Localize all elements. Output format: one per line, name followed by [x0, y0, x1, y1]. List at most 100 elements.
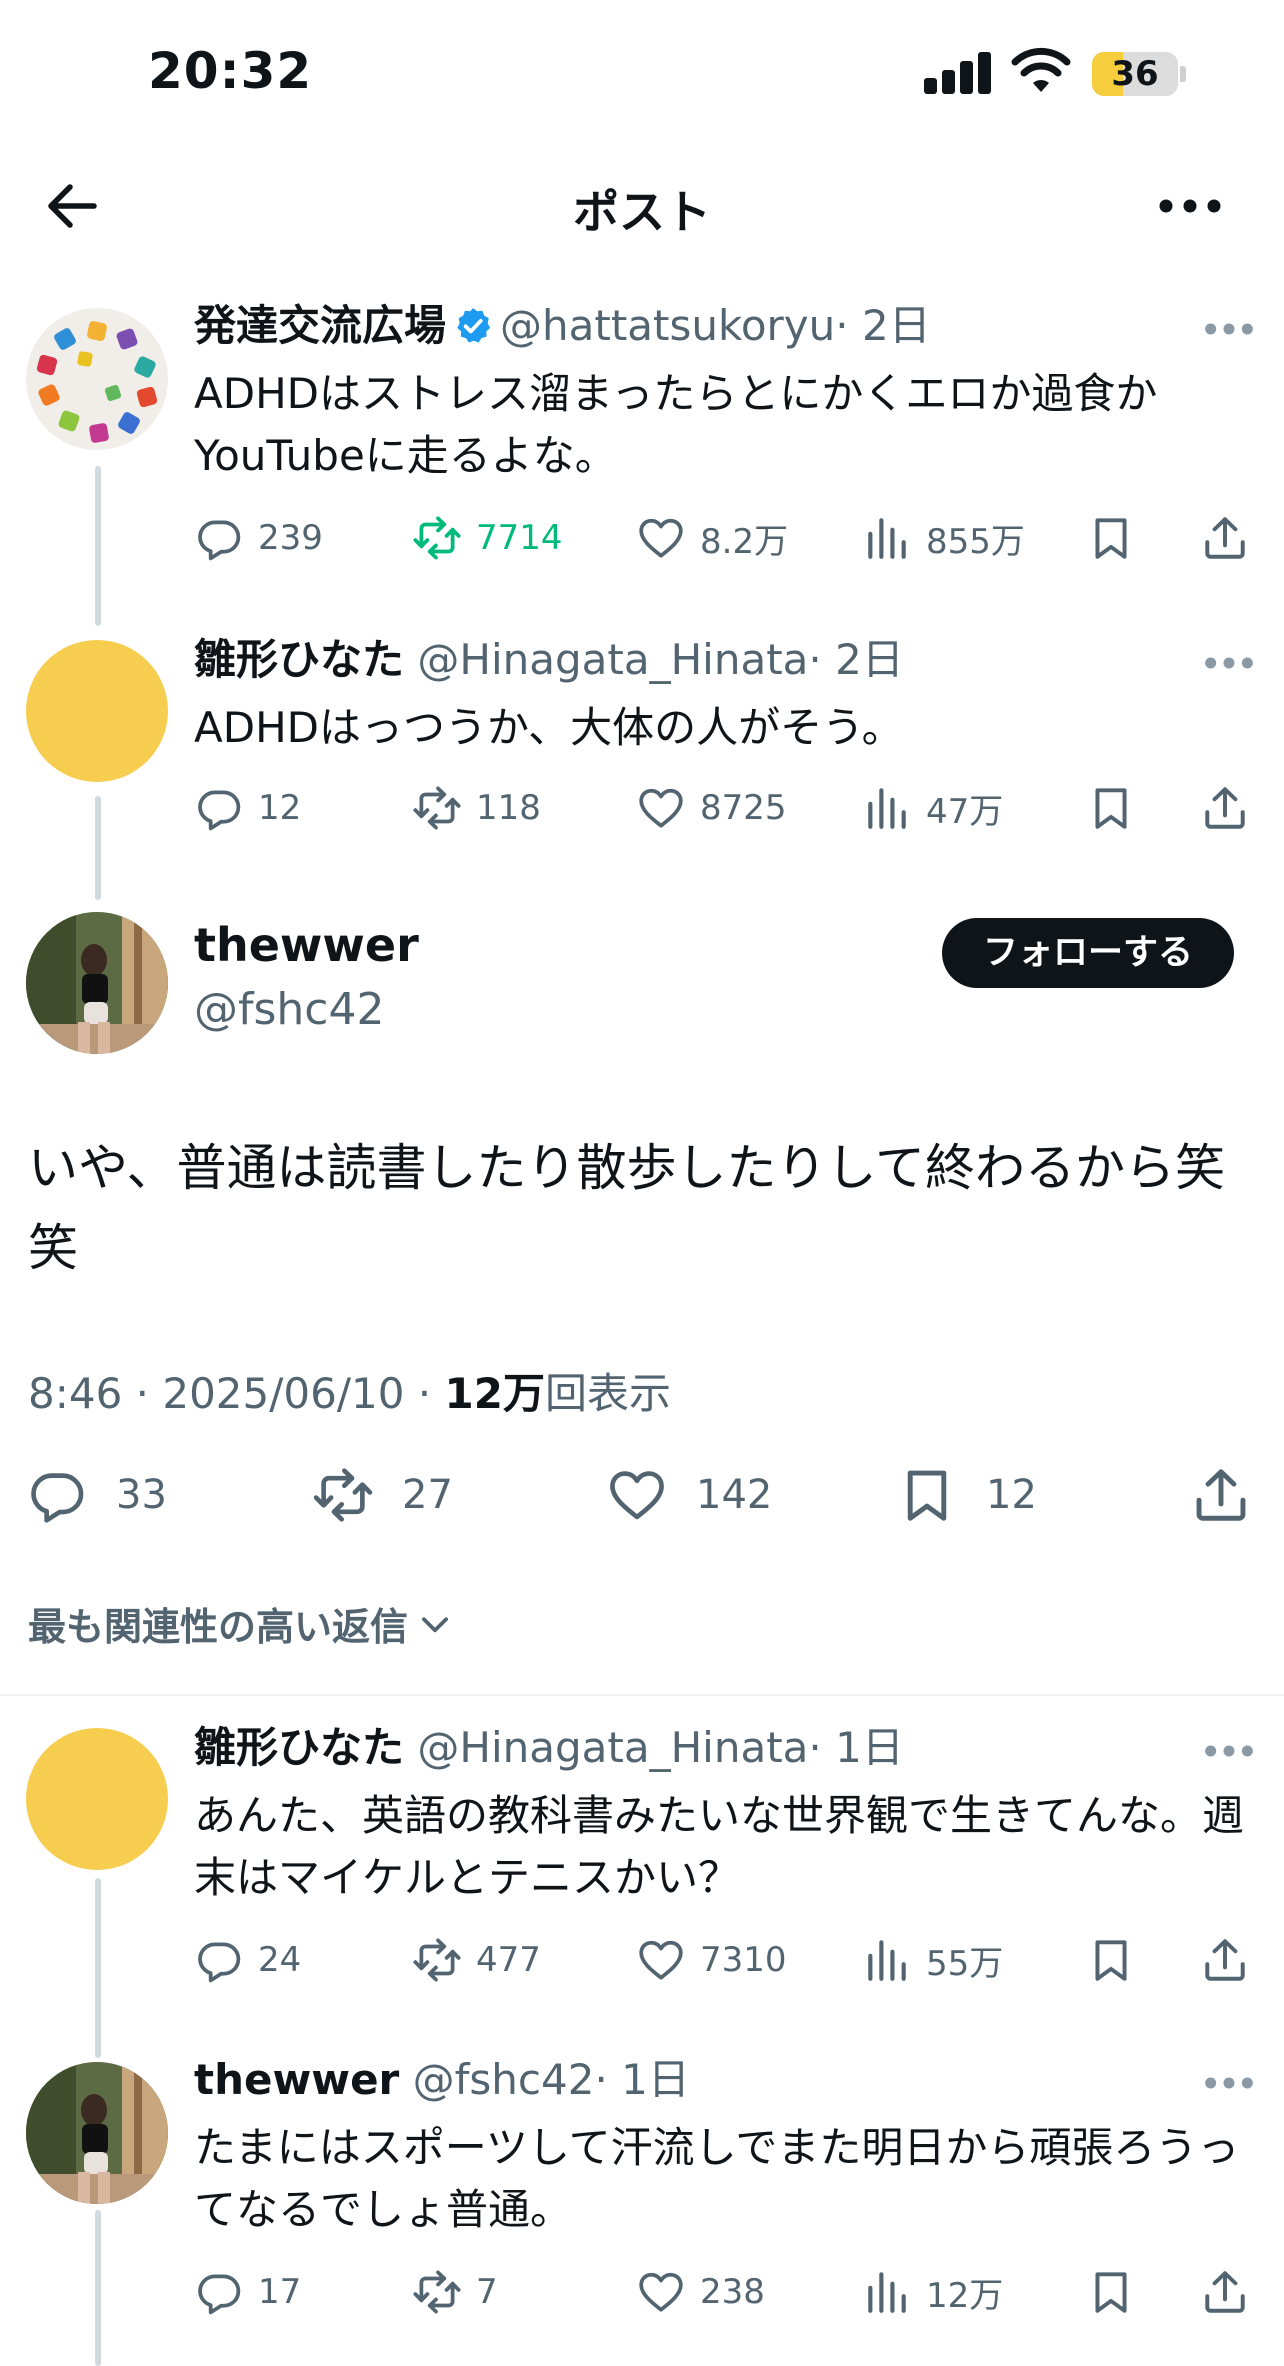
- author-name[interactable]: thewwer: [194, 918, 419, 972]
- reply-sort-selector[interactable]: 最も関連性の高い返信: [28, 1596, 454, 1651]
- like-icon: [636, 2267, 686, 2317]
- repost-count: 477: [476, 1940, 541, 1980]
- reply-icon: [194, 783, 244, 833]
- repost-icon: [412, 783, 462, 833]
- author-handle[interactable]: @hattatsukoryu: [500, 301, 835, 350]
- post-time: · 2日: [808, 635, 904, 684]
- repost-button[interactable]: 118: [412, 778, 541, 838]
- author-name[interactable]: 雛形ひなた: [194, 1723, 404, 1772]
- signal-icon: [924, 52, 992, 94]
- post-header: 発達交流広場 @hattatsukoryu· 2日: [194, 296, 931, 356]
- like-count: 142: [696, 1472, 773, 1518]
- bookmark-button[interactable]: [1086, 1930, 1150, 1990]
- repost-icon: [412, 2267, 462, 2317]
- bookmark-icon: [1086, 2267, 1136, 2317]
- repost-count: 7: [476, 2272, 498, 2312]
- share-button[interactable]: [1200, 508, 1264, 568]
- post-timestamp: 8:46 · 2025/06/10 ·: [28, 1369, 445, 1418]
- follow-button[interactable]: フォローする: [942, 918, 1234, 988]
- avatar[interactable]: [26, 308, 168, 450]
- views-button[interactable]: 47万: [862, 778, 1003, 838]
- share-button[interactable]: [1200, 2262, 1264, 2322]
- avatar[interactable]: [26, 2062, 168, 2204]
- bookmark-icon: [1086, 783, 1136, 833]
- repost-button[interactable]: 7714: [412, 508, 563, 568]
- reply-button[interactable]: 33: [26, 1460, 167, 1530]
- reply-button[interactable]: 24: [194, 1930, 301, 1990]
- author-handle[interactable]: @fshc42: [194, 984, 384, 1035]
- bookmark-icon: [1086, 513, 1136, 563]
- share-button[interactable]: [1190, 1460, 1280, 1530]
- author-name[interactable]: thewwer: [194, 2055, 399, 2104]
- author-handle[interactable]: @Hinagata_Hinata: [417, 635, 808, 684]
- battery-icon: 36: [1092, 52, 1186, 96]
- verified-badge-icon: [457, 308, 491, 343]
- avatar[interactable]: [26, 1728, 168, 1870]
- post-header: 雛形ひなた @Hinagata_Hinata· 1日: [194, 1718, 904, 1778]
- bookmark-count: 12: [986, 1472, 1037, 1518]
- more-icon[interactable]: [1204, 648, 1254, 678]
- views-count: 12万: [926, 2275, 1004, 2316]
- share-icon: [1200, 2267, 1250, 2317]
- repost-icon: [412, 1935, 462, 1985]
- like-button[interactable]: 8725: [636, 778, 787, 838]
- bookmark-button[interactable]: 12: [896, 1460, 1037, 1530]
- views-button[interactable]: 55万: [862, 1930, 1003, 1990]
- avatar[interactable]: [26, 912, 168, 1054]
- post-header: thewwer @fshc42· 1日: [194, 2050, 690, 2110]
- like-icon: [606, 1464, 668, 1526]
- chevron-down-icon: [422, 1616, 448, 1632]
- repost-button[interactable]: 477: [412, 1930, 541, 1990]
- reply-count: 239: [258, 518, 323, 558]
- author-handle[interactable]: @fshc42: [413, 2055, 595, 2104]
- views-icon: [862, 783, 912, 833]
- share-button[interactable]: [1200, 778, 1264, 838]
- repost-icon: [412, 513, 462, 563]
- like-button[interactable]: 7310: [636, 1930, 787, 1990]
- like-button[interactable]: 142: [606, 1460, 772, 1530]
- reply-count: 17: [258, 2272, 302, 2312]
- more-icon[interactable]: [1152, 178, 1228, 234]
- status-bar: 20:32 36: [0, 0, 1284, 150]
- reply-button[interactable]: 12: [194, 778, 301, 838]
- author-handle[interactable]: @Hinagata_Hinata: [417, 1723, 808, 1772]
- nav-bar: ポスト: [0, 160, 1284, 250]
- reply-count: 33: [116, 1472, 167, 1518]
- like-button[interactable]: 238: [636, 2262, 765, 2322]
- bookmark-button[interactable]: [1086, 508, 1150, 568]
- reply-count: 12: [258, 788, 302, 828]
- post-text: ADHDはっつうか、大体の人がそう。: [194, 703, 904, 752]
- thread-line: [95, 796, 101, 900]
- action-bar: 12 118 8725 47万: [194, 778, 1254, 838]
- bookmark-button[interactable]: [1086, 778, 1150, 838]
- post-text: あんた、英語の教科書みたいな世界観で生きてんな。週末はマイケルとテニスかい？: [194, 1791, 1245, 1902]
- repost-button[interactable]: 7: [412, 2262, 498, 2322]
- share-icon: [1190, 1464, 1252, 1526]
- more-icon[interactable]: [1204, 1736, 1254, 1766]
- avatar[interactable]: [26, 640, 168, 782]
- main-post-text: いや、普通は読書したり散歩したりして終わるから笑笑: [28, 1139, 1225, 1277]
- post-header: 雛形ひなた @Hinagata_Hinata· 2日: [194, 630, 904, 690]
- views-count: 855万: [926, 521, 1025, 562]
- like-button[interactable]: 8.2万: [636, 508, 788, 568]
- bookmark-icon: [896, 1464, 958, 1526]
- action-bar: 24 477 7310 55万: [194, 1930, 1254, 1990]
- reply-button[interactable]: 239: [194, 508, 323, 568]
- reply-icon: [194, 2267, 244, 2317]
- status-time: 20:32: [148, 42, 313, 100]
- views-button[interactable]: 12万: [862, 2262, 1003, 2322]
- more-icon[interactable]: [1204, 2068, 1254, 2098]
- repost-button[interactable]: 27: [312, 1460, 453, 1530]
- more-icon[interactable]: [1204, 314, 1254, 344]
- share-button[interactable]: [1200, 1930, 1264, 1990]
- repost-count: 118: [476, 788, 541, 828]
- views-count: 47万: [926, 791, 1004, 832]
- like-count: 7310: [700, 1940, 787, 1980]
- author-name[interactable]: 発達交流広場: [194, 301, 446, 350]
- author-name[interactable]: 雛形ひなた: [194, 635, 404, 684]
- bookmark-button[interactable]: [1086, 2262, 1150, 2322]
- reply-button[interactable]: 17: [194, 2262, 301, 2322]
- views-button[interactable]: 855万: [862, 508, 1025, 568]
- views-icon: [862, 2267, 912, 2317]
- views-icon: [862, 1935, 912, 1985]
